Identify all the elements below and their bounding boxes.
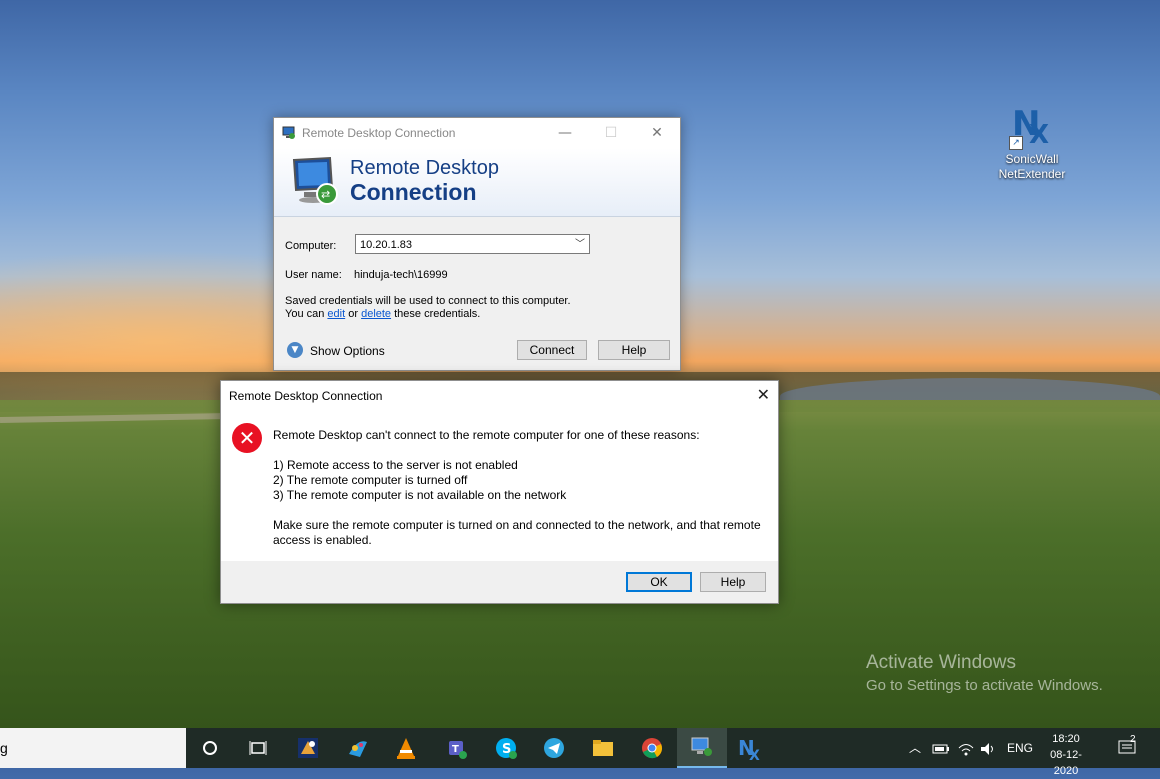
taskbar-chrome[interactable] (629, 728, 675, 768)
clock-date: 08-12-2020 (1050, 749, 1082, 777)
credentials-text-b: these credentials. (394, 308, 481, 320)
network-tray-button[interactable] (958, 728, 974, 768)
svg-text:⇄: ⇄ (321, 188, 330, 201)
drawing-app-icon (298, 738, 318, 758)
task-view-button[interactable] (235, 728, 281, 768)
teams-icon: T (449, 741, 467, 759)
activate-windows-subtitle: Go to Settings to activate Windows. (866, 677, 1103, 694)
taskbar-telegram[interactable] (531, 728, 577, 768)
chrome-icon (642, 738, 662, 759)
taskbar-teams[interactable]: T (433, 728, 479, 768)
telegram-icon (544, 738, 564, 758)
shortcut-arrow-icon: ↗ (1009, 136, 1023, 150)
chevron-up-icon: ︿ (909, 741, 922, 755)
folder-icon (593, 740, 613, 756)
error-help-button[interactable]: Help (700, 572, 766, 592)
close-icon: ✕ (651, 125, 663, 141)
error-reason-1: 1) Remote access to the server is not en… (273, 458, 518, 472)
help-button[interactable]: Help (598, 340, 670, 360)
vlc-icon (397, 738, 415, 759)
rdc-banner: ⇄ Remote Desktop Connection (274, 148, 680, 217)
error-intro: Remote Desktop can't connect to the remo… (273, 428, 700, 442)
remote-desktop-icon (691, 737, 712, 756)
action-center-button[interactable]: 2 (1118, 728, 1140, 768)
volume-tray-button[interactable] (980, 728, 996, 768)
banner-title-line1: Remote Desktop (350, 157, 499, 179)
credentials-line-1: Saved credentials will be used to connec… (285, 295, 571, 307)
error-reason-3: 3) The remote computer is not available … (273, 488, 567, 502)
error-reason-2: 2) The remote computer is turned off (273, 473, 468, 487)
credentials-text-a: You can (285, 308, 325, 320)
show-hidden-icons-button[interactable]: ︿ (909, 728, 921, 768)
delete-credentials-link[interactable]: delete (361, 308, 391, 320)
taskbar-app-1[interactable] (285, 728, 331, 768)
credentials-line-2: You can edit or delete these credentials… (285, 308, 480, 320)
expand-arrow-icon: ▼ (287, 342, 303, 358)
taskbar: g T S NX ︿ ENG 18:20 08-12-2020 2 (0, 728, 1160, 777)
rdc-window: Remote Desktop Connection — ☐ ✕ ⇄ Remote… (273, 117, 681, 371)
skype-icon: S (496, 738, 517, 759)
taskbar-skype[interactable]: S (483, 728, 529, 768)
wifi-icon (958, 743, 974, 756)
error-dialog: Remote Desktop Connection ✕ ✕ Remote Des… (220, 380, 779, 604)
notification-icon (1118, 740, 1136, 754)
search-box[interactable]: g (0, 728, 186, 768)
desktop-icon-netextender[interactable]: NX ↗ SonicWall NetExtender (995, 104, 1069, 182)
username-label: User name: (285, 269, 342, 281)
error-icon: ✕ (232, 423, 262, 453)
computer-label: Computer: (285, 240, 337, 252)
svg-text:T: T (452, 744, 459, 755)
error-close-button[interactable]: ✕ (757, 385, 770, 404)
connect-button[interactable]: Connect (517, 340, 587, 360)
netextender-icon: NX ↗ (1009, 104, 1055, 150)
maximize-icon: ☐ (604, 125, 618, 141)
computer-combobox[interactable]: 10.20.1.83 ﹀ (355, 234, 590, 254)
battery-tray-button[interactable] (932, 728, 950, 768)
credentials-text-or: or (348, 308, 359, 320)
close-icon: ✕ (756, 385, 770, 404)
rdc-window-title: Remote Desktop Connection (302, 126, 456, 140)
remote-desktop-monitor-icon: ⇄ (292, 156, 338, 205)
taskbar-remote-desktop[interactable] (677, 728, 727, 768)
task-view-icon (249, 741, 267, 755)
minimize-button[interactable]: — (542, 118, 588, 148)
show-options-label: Show Options (310, 344, 385, 358)
ok-button[interactable]: OK (626, 572, 692, 592)
close-button[interactable]: ✕ (634, 118, 680, 148)
error-advice-1: Make sure the remote computer is turned … (273, 518, 761, 532)
error-advice-2: access is enabled. (273, 533, 372, 547)
search-text: g (0, 740, 8, 756)
svg-text:X: X (749, 748, 760, 761)
cortana-button[interactable] (187, 728, 233, 768)
notification-count: 2 (1130, 734, 1136, 745)
chevron-down-icon[interactable]: ﹀ (575, 235, 585, 255)
error-footer: OK Help (221, 561, 778, 603)
battery-icon (932, 744, 949, 754)
edit-credentials-link[interactable]: edit (327, 308, 345, 320)
paint-app-icon (349, 741, 367, 757)
taskbar-vlc[interactable] (383, 728, 429, 768)
desktop-icon-label-1: SonicWall (1005, 152, 1059, 166)
minimize-icon: — (558, 125, 572, 141)
rdc-titlebar[interactable]: Remote Desktop Connection — ☐ ✕ (274, 118, 680, 148)
clock[interactable]: 18:20 08-12-2020 (1042, 731, 1090, 779)
activate-windows-title: Activate Windows (866, 652, 1016, 673)
rdc-app-icon (282, 126, 295, 139)
language-indicator[interactable]: ENG (1007, 728, 1033, 768)
maximize-button[interactable]: ☐ (588, 118, 634, 148)
taskbar-file-explorer[interactable] (580, 728, 626, 768)
clock-time: 18:20 (1052, 733, 1080, 745)
username-value: hinduja-tech\16999 (354, 269, 448, 281)
desktop-icon-label-2: NetExtender (998, 167, 1066, 181)
banner-title-line2: Connection (350, 179, 477, 205)
cortana-icon (203, 741, 217, 755)
speaker-icon (981, 742, 993, 755)
taskbar-netextender[interactable]: NX (727, 728, 773, 768)
error-dialog-title: Remote Desktop Connection (229, 389, 383, 403)
netextender-icon: NX (738, 736, 760, 761)
taskbar-app-2[interactable] (335, 728, 381, 768)
computer-value: 10.20.1.83 (360, 239, 412, 251)
